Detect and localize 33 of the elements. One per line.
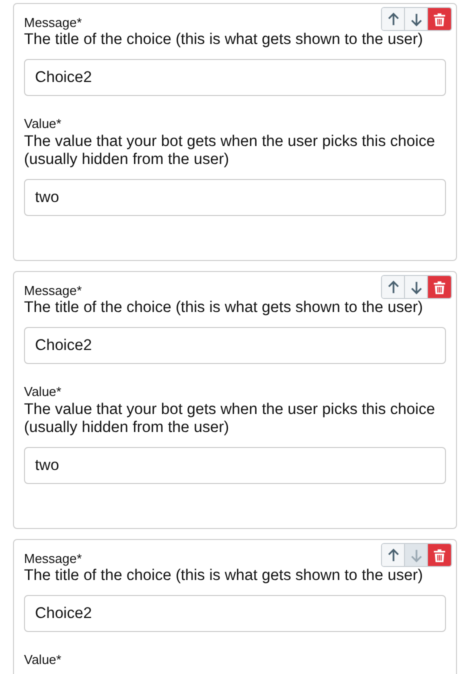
move-up-button[interactable] — [382, 276, 405, 298]
field-description: The title of the choice (this is what gets shown to the user) — [24, 299, 424, 317]
text-input[interactable]: Choice2 — [24, 59, 446, 96]
text-input[interactable]: Choice2 — [24, 595, 446, 632]
field-label: Value* — [24, 651, 62, 669]
field-label: Message* — [24, 551, 83, 567]
field-description: The value that your bot gets when the user picks this choice (usually hidden from the user) — [24, 401, 436, 437]
move-up-button[interactable] — [382, 544, 405, 566]
text-input[interactable]: two — [24, 179, 446, 216]
field-description: The title of the choice (this is what gets shown to the user) — [24, 567, 424, 585]
delete-button[interactable] — [428, 8, 451, 30]
trash-icon — [432, 548, 447, 562]
field-label: Value* — [24, 115, 62, 133]
field-label: Message* — [24, 283, 83, 299]
delete-button[interactable] — [428, 276, 451, 298]
arrow-down-icon — [408, 280, 424, 294]
arrow-down-icon — [408, 548, 424, 562]
arrow-up-icon — [386, 12, 400, 26]
field-description: The title of the choice (this is what gets shown to the user) — [24, 31, 424, 49]
text-input[interactable]: Choice2 — [24, 327, 446, 364]
field-description: The value that your bot gets when the user picks this choice (usually hidden from the user) — [24, 133, 436, 169]
field-label: Value* — [24, 383, 62, 401]
trash-icon — [432, 12, 447, 26]
arrow-up-icon — [386, 280, 400, 294]
move-up-button[interactable] — [382, 8, 405, 30]
arrow-up-icon — [386, 548, 400, 562]
field-label: Message* — [24, 15, 83, 31]
move-down-button[interactable] — [405, 8, 428, 30]
arrow-down-icon — [408, 12, 424, 26]
text-input[interactable]: two — [24, 447, 446, 484]
move-down-button[interactable] — [405, 276, 428, 298]
trash-icon — [432, 280, 447, 294]
delete-button[interactable] — [428, 544, 451, 566]
